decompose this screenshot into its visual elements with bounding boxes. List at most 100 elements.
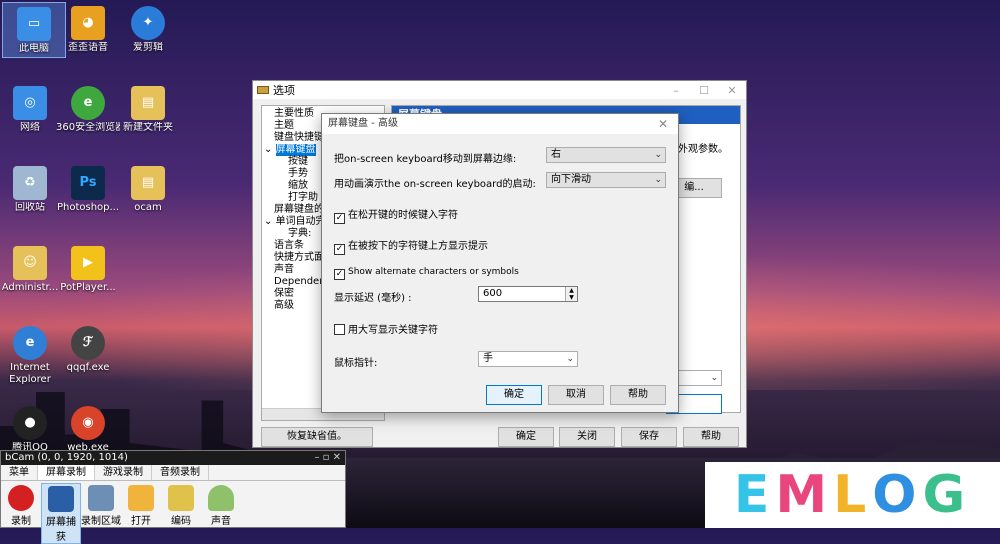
caps-checkbox[interactable] [334,324,345,335]
chevron-down-icon: ⌄ [654,150,662,160]
desktop-icon-label: 歪歪语音 [68,42,108,53]
desktop-icon-yy[interactable]: ◕ 歪歪语音 [56,2,120,54]
minimize-icon[interactable]: – [662,84,690,97]
alternate-checkbox-row[interactable]: ✓ Show alternate characters or symbols [334,267,519,280]
maximize-icon[interactable]: ☐ [690,84,718,97]
spinner-arrows-icon[interactable]: ▲ ▼ [565,287,577,301]
desktop-icon-qqqf[interactable]: ℱ qqqf.exe [56,322,120,374]
logo-letter: G [922,465,972,525]
desktop-icon-label: 回收站 [15,202,45,213]
desktop-icon-label: 爱剪辑 [133,42,163,53]
alternate-checkbox[interactable]: ✓ [334,269,345,280]
ocam-window: bCam (0, 0, 1920, 1014) – ▫ ✕ 菜单 屏幕录制 游戏… [0,450,346,544]
dialog-title: 屏幕键盘 - 高级 [328,118,398,129]
release-checkbox-row[interactable]: ✓ 在松开键的时候键入字符 [334,206,458,224]
ok-button[interactable]: 确定 [498,427,554,447]
chevron-down-icon: ⌄ [710,373,718,383]
animate-label: 用动画演示the on-screen keyboard的启动: [334,179,536,190]
record-button[interactable]: 录制 [1,483,41,544]
dialog-titlebar[interactable]: 屏幕键盘 - 高级 ✕ [322,114,678,134]
close-button[interactable]: 关闭 [559,427,615,447]
chevron-down-icon: ⌄ [566,354,574,364]
capture-button[interactable]: 屏幕捕获 [41,483,81,544]
chevron-down-icon[interactable]: ⌄ [264,144,276,155]
desktop-icon-administrator[interactable]: ☺ Administr... [0,242,62,294]
tab-game-record[interactable]: 游戏录制 [95,465,152,480]
desktop-icon-label: Internet Explorer [9,362,51,385]
desktop-icon-label: 网络 [20,122,40,133]
sound-button[interactable]: 声音 [201,483,241,544]
microphone-icon [208,485,234,511]
cursor-select[interactable]: 手 ⌄ [478,351,578,367]
dialog-ok-button[interactable]: 确定 [486,385,542,405]
save-button[interactable]: 保存 [621,427,677,447]
ocam-titlebar[interactable]: bCam (0, 0, 1920, 1014) – ▫ ✕ [1,451,345,465]
tab-menu[interactable]: 菜单 [1,465,38,480]
desktop-icon-web[interactable]: ◉ web.exe [56,402,120,454]
desktop-icon-ie[interactable]: e Internet Explorer [0,322,62,386]
photoshop-icon: Ps [71,166,105,200]
folder-icon [128,485,154,511]
logo-letter: L [833,465,873,525]
film-icon: ✦ [131,6,165,40]
tab-audio-record[interactable]: 音频录制 [152,465,209,480]
encode-button[interactable]: 编码 [161,483,201,544]
move-edge-select[interactable]: 右 ⌄ [546,147,666,163]
desktop-icon-photoshop[interactable]: Ps Photoshop... [56,162,120,214]
network-icon: ◎ [13,86,47,120]
monkey-icon: ◉ [71,406,105,440]
chevron-down-icon[interactable]: ⌄ [264,216,276,227]
close-icon[interactable]: ✕ [718,84,746,97]
emlog-logo: E M L O G [705,462,1000,528]
folder-icon: ▤ [131,166,165,200]
computer-icon: ▭ [17,7,51,41]
desktop-icon-360[interactable]: e 360安全浏览器 [56,82,120,134]
hint-checkbox[interactable]: ✓ [334,244,345,255]
cursor-label: 鼠标指针: [334,358,378,369]
delay-spinner[interactable]: 600 ▲ ▼ [478,286,578,302]
play-icon: ▶ [71,246,105,280]
folder-icon: ▤ [131,86,165,120]
animate-select[interactable]: 向下滑动 ⌄ [546,172,666,188]
desktop-icon-new-folder[interactable]: ▤ 新建文件夹 [116,82,180,134]
pane-description: 外观参数。 [678,144,728,155]
browser-icon: e [71,86,105,120]
desktop-icon-label: Administr... [1,282,59,293]
close-icon[interactable]: ✕ [658,114,668,134]
desktop-icon-recycle-bin[interactable]: ♻ 回收站 [0,162,62,214]
dialog-cancel-button[interactable]: 取消 [548,385,604,405]
logo-letter: M [775,465,834,525]
tab-screen-record[interactable]: 屏幕录制 [38,465,95,480]
dialog-help-button[interactable]: 帮助 [610,385,666,405]
record-icon [8,485,34,511]
logo-letter: O [872,465,923,525]
desktop-icon-label: ocam [134,202,162,213]
desktop-icon-aijianji[interactable]: ✦ 爱剪辑 [116,2,180,54]
caps-checkbox-row[interactable]: 用大写显示关键字符 [334,321,438,336]
record-area-button[interactable]: 录制区域 [81,483,121,544]
desktop-icon-qq[interactable]: ● 腾讯QQ [0,402,62,454]
open-button[interactable]: 打开 [121,483,161,544]
recycle-bin-icon: ♻ [13,166,47,200]
desktop-icon-label: PotPlayer... [60,282,116,293]
desktop-icon-label: 新建文件夹 [123,122,173,133]
desktop-icon-ocam[interactable]: ▤ ocam [116,162,180,214]
options-titlebar[interactable]: 选项 – ☐ ✕ [253,81,746,99]
logo-letter: E [733,465,776,525]
ocam-tabs: 菜单 屏幕录制 游戏录制 音频录制 [1,465,345,481]
keyboard-icon [257,86,269,94]
hint-checkbox-row[interactable]: ✓ 在被按下的字符键上方显示提示 [334,237,488,255]
monitor-icon [48,486,74,512]
desktop-icon-potplayer[interactable]: ▶ PotPlayer... [56,242,120,294]
restore-defaults-button[interactable]: 恢复缺省值。 [261,427,373,447]
advanced-dialog: 屏幕键盘 - 高级 ✕ 把on-screen keyboard移动到屏幕边缘: … [321,113,679,413]
ocam-toolbar: 录制 屏幕捕获 录制区域 打开 编码 声音 [1,481,345,544]
release-checkbox[interactable]: ✓ [334,213,345,224]
help-button[interactable]: 帮助 [683,427,739,447]
desktop-icon-label: qqqf.exe [66,362,110,373]
desktop-icon-network[interactable]: ◎ 网络 [0,82,62,134]
encode-icon [168,485,194,511]
options-title: 选项 [273,84,295,97]
penguin-icon: ● [13,406,47,440]
window-controls[interactable]: – ▫ ✕ [314,451,341,465]
